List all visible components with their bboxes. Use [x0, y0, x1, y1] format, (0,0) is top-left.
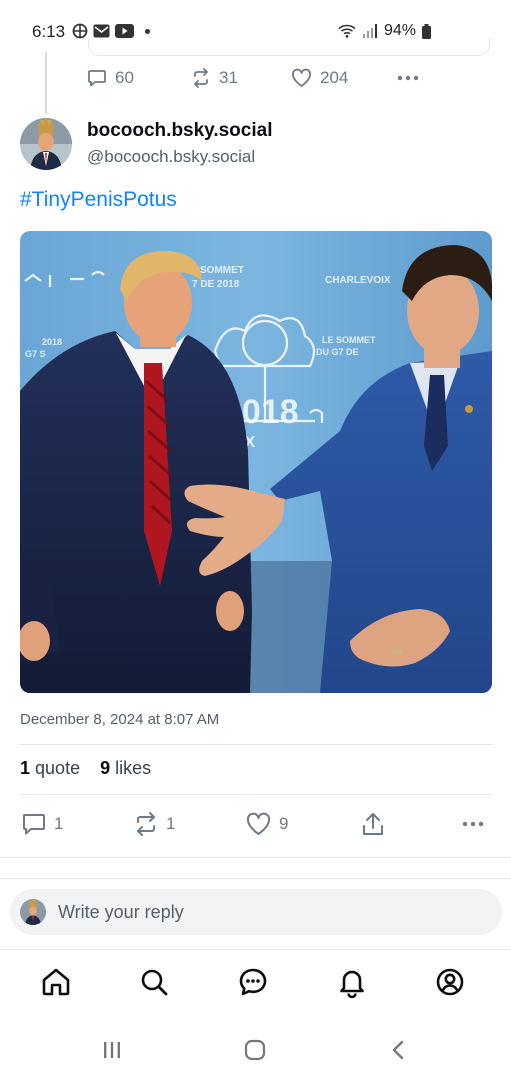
back-icon[interactable]	[388, 1039, 410, 1061]
prev-like-count: 204	[320, 68, 349, 87]
signage-g7: G7 S	[25, 349, 46, 359]
author-name[interactable]: bocooch.bsky.social	[87, 120, 272, 142]
vpn-icon	[72, 23, 88, 39]
reply-button[interactable]: 1	[22, 812, 134, 836]
nav-home[interactable]	[40, 966, 72, 998]
like-button[interactable]: 9	[246, 812, 362, 836]
status-time: 6:13	[32, 22, 66, 41]
nav-notifications[interactable]	[336, 966, 368, 999]
signage-sommet: SOMMET	[200, 265, 244, 276]
likes-label: likes	[115, 758, 152, 778]
profile-icon	[436, 968, 464, 996]
divider	[0, 857, 511, 858]
more-icon	[462, 821, 484, 827]
post-hashtag[interactable]: #TinyPenisPotus	[20, 188, 177, 212]
signal-icon	[362, 24, 377, 38]
prev-repost-count: 31	[219, 68, 238, 87]
prev-reply-button[interactable]: 60	[87, 68, 191, 88]
signage-date-fr: 7 DE 2018	[192, 279, 240, 290]
signage-du-g7: DU G7 DE	[316, 347, 359, 357]
likes-count: 9	[100, 758, 111, 778]
share-button[interactable]	[362, 812, 462, 836]
post-image[interactable]: SOMMET 7 DE 2018 CHARLEVOIX LE SOMMET DU…	[20, 231, 492, 693]
chat-icon	[239, 968, 267, 996]
nav-search[interactable]	[138, 966, 170, 998]
prev-like-button[interactable]: 204	[291, 68, 397, 88]
post-date: December 8, 2024 at 8:07 AM	[20, 711, 220, 728]
signage-year-left: 2018	[42, 337, 62, 347]
nav-profile[interactable]	[434, 966, 466, 998]
repost-count: 1	[166, 814, 176, 833]
more-options-button[interactable]	[462, 821, 484, 827]
prev-repost-button[interactable]: 31	[191, 68, 291, 88]
wifi-icon	[338, 24, 356, 38]
home-icon	[42, 968, 70, 996]
divider	[0, 878, 511, 879]
reply-placeholder: Write your reply	[58, 902, 184, 922]
repost-icon	[137, 812, 155, 836]
quotes-stat[interactable]: 1 quote	[20, 758, 80, 779]
repost-icon	[194, 68, 208, 88]
divider	[20, 744, 492, 745]
reply-count: 1	[54, 814, 64, 833]
prev-more-button[interactable]	[397, 75, 419, 81]
notification-icons	[72, 23, 134, 39]
bottom-nav	[0, 950, 511, 1020]
quotes-count: 1	[20, 758, 31, 778]
like-count: 9	[279, 814, 289, 833]
nav-messages[interactable]	[237, 966, 269, 998]
prev-post-actions: 60 31 204	[87, 68, 419, 88]
divider	[20, 794, 492, 795]
signage-charlevoix: CHARLEVOIX	[325, 275, 391, 286]
post-actions: 1 1 9	[22, 812, 484, 836]
post-stats: 1 quote 9 likes	[20, 758, 151, 779]
reply-icon	[88, 70, 106, 87]
quotes-label: quote	[35, 758, 81, 778]
quoted-card-edge	[88, 38, 490, 56]
search-icon	[141, 969, 168, 996]
more-icon	[397, 75, 419, 81]
likes-stat[interactable]: 9 likes	[100, 758, 151, 779]
system-navigation	[0, 1020, 511, 1080]
user-avatar	[20, 899, 46, 925]
youtube-icon	[115, 24, 134, 38]
home-system-icon[interactable]	[244, 1039, 266, 1061]
reply-composer[interactable]: Write your reply	[10, 889, 502, 935]
recent-apps-icon[interactable]	[102, 1040, 122, 1060]
battery-icon	[422, 23, 431, 39]
prev-reply-count: 60	[115, 68, 134, 87]
reply-icon	[23, 814, 45, 835]
signage-le-sommet: LE SOMMET	[322, 335, 376, 345]
author-handle[interactable]: @bocooch.bsky.social	[87, 147, 255, 167]
repost-button[interactable]: 1	[134, 812, 246, 836]
heart-icon	[292, 68, 311, 87]
share-icon	[363, 813, 383, 835]
author-avatar[interactable]	[20, 118, 72, 170]
bell-icon	[340, 970, 364, 999]
thread-line	[45, 52, 47, 114]
heart-icon	[246, 812, 271, 835]
status-dot	[145, 29, 150, 34]
mail-icon	[93, 24, 110, 38]
